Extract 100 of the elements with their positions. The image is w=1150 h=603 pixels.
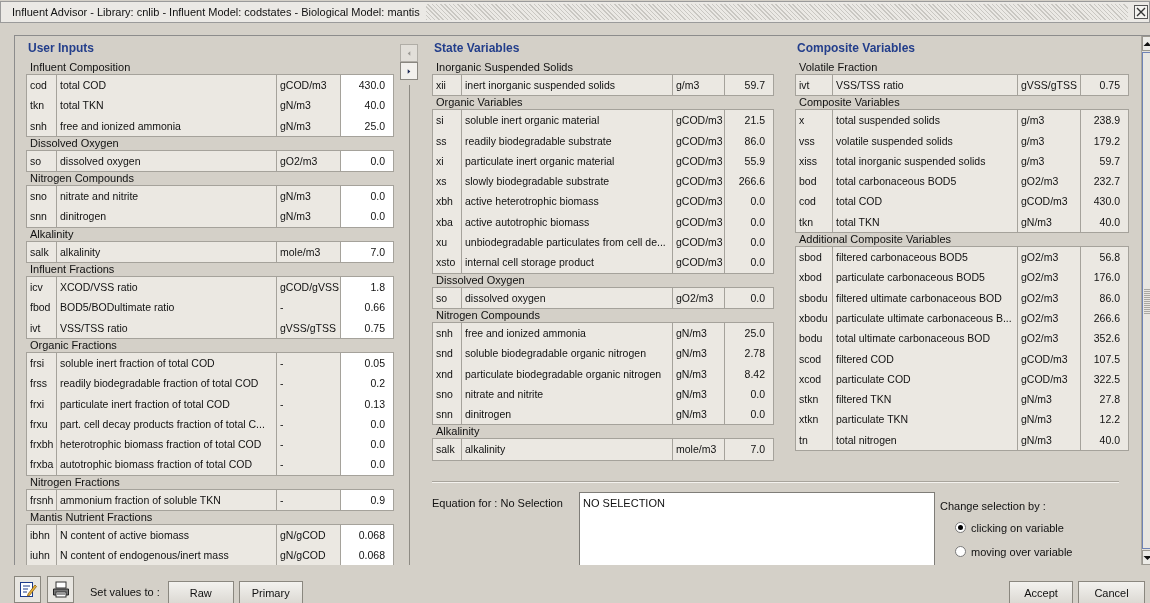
unit-label: gO2/m3 <box>1018 247 1081 268</box>
value-field[interactable]: 25.0 <box>341 115 393 136</box>
value-field[interactable]: 0.0 <box>341 454 393 475</box>
scroll-right-button[interactable] <box>400 62 418 80</box>
down-arrow-icon <box>1143 554 1150 561</box>
scroll-up-button[interactable] <box>1142 36 1150 51</box>
equation-text-area[interactable]: NO SELECTION <box>579 491 935 565</box>
cancel-button[interactable]: Cancel <box>1078 581 1145 603</box>
unit-label: g/m3 <box>1018 110 1081 131</box>
value-cell-text: 0.0 <box>749 407 766 423</box>
value-field[interactable]: 0.068 <box>341 545 393 565</box>
scroll-down-button[interactable] <box>1142 550 1150 565</box>
radio-button[interactable] <box>955 522 966 534</box>
variable-description: total carbonaceous BOD5 <box>833 171 1018 192</box>
accept-button[interactable]: Accept <box>1009 581 1073 603</box>
value-field[interactable]: 0.75 <box>341 317 393 338</box>
variable-description: VSS/TSS ratio <box>833 75 1018 96</box>
unit-label: gCOD/m3 <box>673 110 725 131</box>
value-field[interactable]: 0.0 <box>341 413 393 435</box>
panel-title: Composite Variables <box>797 40 916 56</box>
value-field[interactable]: 430.0 <box>341 75 393 96</box>
value-field[interactable]: 0.2 <box>341 373 393 394</box>
group-heading: Volatile Fraction <box>798 61 878 74</box>
radio-label[interactable]: clicking on variable <box>971 521 1064 534</box>
unit-label: gO2/m3 <box>1018 287 1081 308</box>
edit-button[interactable] <box>14 576 41 603</box>
variable-description: active heterotrophic biomass <box>462 191 673 212</box>
value-field[interactable]: 7.0 <box>341 241 393 263</box>
print-button[interactable] <box>47 576 74 603</box>
variable-description: active autotrophic biomass <box>462 211 673 233</box>
variable-description: dissolved oxygen <box>57 150 277 172</box>
value-cell-text: 176.0 <box>1092 270 1121 286</box>
value-field[interactable]: 1.8 <box>341 277 393 298</box>
value-field[interactable]: 0.0 <box>341 150 393 172</box>
value-cell-text: 266.6 <box>737 174 766 190</box>
variable-description: soluble biodegradable organic nitrogen <box>462 343 673 364</box>
variable-description: readily biodegradable fraction of total COD <box>57 373 277 394</box>
unit-label: gN/m3 <box>673 383 725 405</box>
variable-description: filtered ultimate carbonaceous BOD <box>833 287 1018 308</box>
value-cell-text: 0.0 <box>749 194 766 210</box>
variable-description: particulate ultimate carbonaceous B... <box>833 307 1018 329</box>
value-cell-text: 59.7 <box>1098 153 1121 169</box>
unit-label: gN/m3 <box>673 363 725 384</box>
variable-description: internal cell storage product <box>462 252 673 273</box>
variable-description: soluble inert fraction of total COD <box>57 352 277 374</box>
value-cell-text: 55.9 <box>743 153 766 169</box>
variable-description: XCOD/VSS ratio <box>57 277 277 298</box>
close-button[interactable] <box>1134 5 1148 19</box>
variable-description: volatile suspended solids <box>833 130 1018 151</box>
group-heading: Dissolved Oxygen <box>435 273 525 287</box>
unit-label: g/m3 <box>673 75 725 96</box>
unit-label: gCOD/m3 <box>673 232 725 253</box>
group-heading: Additional Composite Variables <box>798 233 952 247</box>
value-cell-text: 21.5 <box>743 113 766 129</box>
value-cell-text: 266.6 <box>1092 310 1121 326</box>
value-cell-text: 2.78 <box>743 346 766 362</box>
unit-label: g/m3 <box>1018 150 1081 172</box>
unit-label: gCOD/m3 <box>1018 368 1081 390</box>
variable-description: alkalinity <box>57 241 277 263</box>
value-field[interactable]: 40.0 <box>341 95 393 116</box>
radio-button[interactable] <box>955 546 966 558</box>
variable-description: readily biodegradable substrate <box>462 130 673 151</box>
value-field[interactable]: 0.05 <box>341 352 393 374</box>
group-heading: Mantis Nutrient Fractions <box>29 511 153 525</box>
value-cell-text: 0.0 <box>749 386 766 402</box>
unit-label: gN/m3 <box>1018 409 1081 430</box>
window-title: Influent Advisor - Library: cnlib - Influent Model: codstates - Biological Model: mantis <box>11 6 421 18</box>
value-cell-text: 107.5 <box>1092 351 1121 367</box>
variable-description: particulate inert organic material <box>462 150 673 172</box>
value-cell-text: 430.0 <box>1092 194 1121 210</box>
set-values-button[interactable]: Primary <box>238 581 303 603</box>
variable-description: VSS/TSS ratio <box>57 317 277 338</box>
value-field[interactable]: 0.0 <box>341 434 393 455</box>
edit-document-icon <box>18 581 37 598</box>
unit-label: gO2/m3 <box>673 287 725 308</box>
set-values-button[interactable]: Raw <box>167 581 234 603</box>
variable-description: particulate TKN <box>833 409 1018 430</box>
variable-description: total TKN <box>833 211 1018 233</box>
group-heading: Inorganic Suspended Solids <box>435 61 573 74</box>
close-icon <box>1135 6 1147 18</box>
variable-description: particulate inert fraction of total COD <box>57 393 277 414</box>
value-field[interactable]: 0.068 <box>341 525 393 546</box>
variable-description: BOD5/BODultimate ratio <box>57 297 277 318</box>
value-field[interactable]: 0.0 <box>341 206 393 227</box>
radio-label[interactable]: moving over variable <box>971 545 1073 558</box>
value-field[interactable]: 0.9 <box>341 489 393 511</box>
unit-label: gN/m3 <box>1018 429 1081 451</box>
group-heading: Composite Variables <box>798 96 900 110</box>
scrollbar-thumb[interactable] <box>1142 52 1150 549</box>
unit-label: g/m3 <box>1018 130 1081 151</box>
variable-description: total inorganic suspended solids <box>833 150 1018 172</box>
unit-label: gCOD/m3 <box>673 150 725 172</box>
value-field[interactable]: 0.0 <box>341 186 393 207</box>
value-field[interactable]: 0.13 <box>341 393 393 414</box>
variable-description: unbiodegradable particulates from cell de... <box>462 232 673 253</box>
variable-description: dinitrogen <box>462 404 673 425</box>
value-cell-text: 238.9 <box>1092 113 1121 129</box>
variable-description: total ultimate carbonaceous BOD <box>833 328 1018 349</box>
group-heading: Influent Fractions <box>29 263 115 277</box>
value-field[interactable]: 0.66 <box>341 297 393 318</box>
